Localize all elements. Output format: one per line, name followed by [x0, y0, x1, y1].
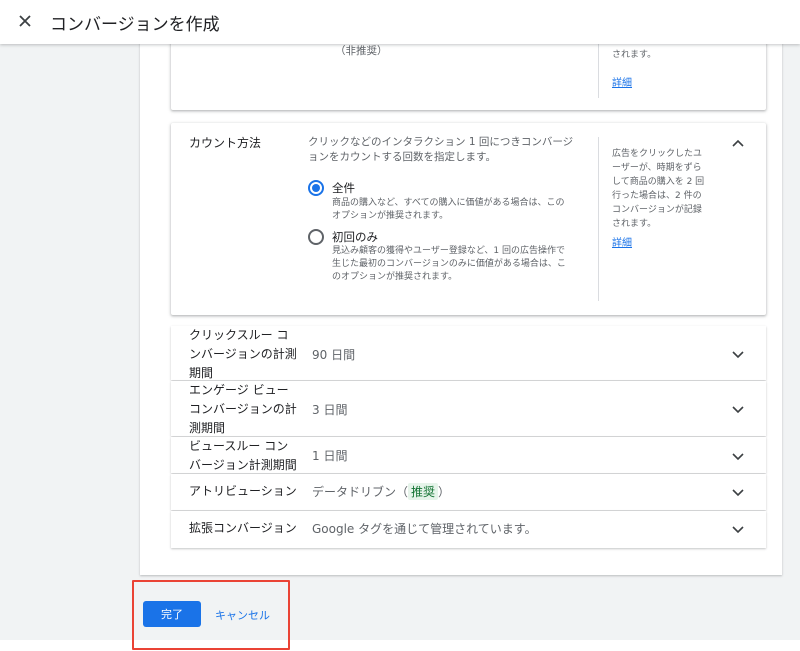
- label-line: エンゲージ ビュー: [189, 383, 289, 397]
- row-label: ビュースルー コン バージョン計測期間: [189, 437, 297, 475]
- side-line: コンバージョンが記録: [612, 205, 702, 215]
- attribution-model: データドリブン（: [312, 485, 409, 499]
- enhanced-conversions-row[interactable]: 拡張コンバージョン Google タグを通じて管理されています。: [171, 511, 766, 548]
- chevron-down-icon[interactable]: [731, 449, 745, 463]
- footer-strip: [0, 640, 800, 651]
- option-all-title: 全件: [332, 181, 355, 195]
- option-first-desc-1: 見込み顧客の獲得やユーザー登録など、1 回の広告操作で: [332, 246, 565, 256]
- side-line: 行った場合は、2 件の: [612, 191, 702, 201]
- row-label: クリックスルー コ ンバージョンの計測 期間: [189, 326, 297, 383]
- side-line: して商品の購入を 2 回: [612, 177, 705, 187]
- side-help-text-2: されます。: [612, 50, 657, 60]
- row-label: アトリビューション: [189, 484, 297, 498]
- details-link[interactable]: 詳細: [612, 234, 632, 249]
- click-through-window-row[interactable]: クリックスルー コ ンバージョンの計測 期間 90 日間: [171, 326, 766, 380]
- row-value: 1 日間: [312, 449, 348, 463]
- row-label: 拡張コンバージョン: [189, 521, 297, 535]
- attribution-suffix: ）: [438, 485, 451, 499]
- option-first-desc-2: 生じた最初のコンバージョンのみに価値がある場合は、こ: [332, 259, 566, 269]
- label-line: 測期間: [189, 421, 226, 435]
- label-line: コンバージョンの計: [189, 402, 297, 416]
- chevron-down-icon[interactable]: [731, 402, 745, 416]
- label-line: バージョン計測期間: [189, 458, 297, 472]
- radio-all[interactable]: [308, 180, 324, 196]
- chevron-down-icon[interactable]: [731, 522, 745, 536]
- top-bar: コンバージョンを作成: [0, 0, 800, 44]
- count-method-card: カウント方法 クリックなどのインタラクション 1 回につきコンバージ ョンをカウ…: [171, 123, 766, 315]
- description-line-2: ョンをカウントする回数を指定します。: [308, 151, 496, 163]
- count-method-description: クリックなどのインタラクション 1 回につきコンバージ ョンをカウントする回数を…: [308, 135, 573, 165]
- recommended-badge: 推奨: [408, 483, 439, 500]
- count-method-label: カウント方法: [189, 136, 262, 150]
- option-all-description: 商品の購入など、すべての購入に価値がある場合は、この オプションが推奨されます。: [332, 197, 565, 223]
- row-value: 3 日間: [312, 403, 348, 417]
- label-line: ンバージョンの計測: [189, 347, 297, 361]
- radio-first-only[interactable]: [308, 229, 324, 245]
- chevron-down-icon[interactable]: [731, 347, 745, 361]
- attribution-row[interactable]: アトリビューション データドリブン（ 推奨）: [171, 474, 766, 510]
- option-first-only-title: 初回のみ: [332, 230, 378, 244]
- description-line-1: クリックなどのインタラクション 1 回につきコンバージ: [308, 136, 574, 148]
- close-button[interactable]: [14, 10, 36, 32]
- row-value: 90 日間: [312, 348, 356, 362]
- page-title: コンバージョンを作成: [50, 15, 220, 35]
- chevron-down-icon[interactable]: [731, 485, 745, 499]
- cancel-button[interactable]: キャンセル: [215, 607, 270, 623]
- option-first-only-description: 見込み顧客の獲得やユーザー登録など、1 回の広告操作で 生じた最初のコンバージョ…: [332, 245, 566, 284]
- option-first-desc-3: のオプションが推奨されます。: [332, 272, 458, 282]
- row-label: エンゲージ ビュー コンバージョンの計 測期間: [189, 381, 297, 438]
- close-icon: [19, 15, 31, 27]
- row-value: データドリブン（ 推奨）: [312, 483, 450, 500]
- option-all-desc-2: オプションが推奨されます。: [332, 211, 449, 221]
- value-note: （非推奨）: [335, 45, 388, 57]
- side-divider: [598, 40, 599, 98]
- chevron-up-icon[interactable]: [731, 137, 745, 151]
- side-divider: [598, 137, 599, 301]
- details-link[interactable]: 詳細: [612, 74, 632, 89]
- label-line: クリックスルー コ: [189, 328, 289, 342]
- side-line: 広告をクリックしたユ: [612, 149, 703, 159]
- label-line: ビュースルー コン: [189, 439, 289, 453]
- side-line: ーザーが、時期をずら: [612, 163, 702, 173]
- view-through-window-row[interactable]: ビュースルー コン バージョン計測期間 1 日間: [171, 437, 766, 473]
- engaged-view-window-row[interactable]: エンゲージ ビュー コンバージョンの計 測期間 3 日間: [171, 381, 766, 436]
- row-value: Google タグを通じて管理されています。: [312, 522, 537, 536]
- done-button[interactable]: 完了: [143, 601, 201, 627]
- option-all-desc-1: 商品の購入など、すべての購入に価値がある場合は、この: [332, 198, 565, 208]
- side-line: されます。: [612, 219, 657, 229]
- value-card: （非推奨） 2,000 円の価値が記録 されます。 詳細: [171, 36, 766, 110]
- count-side-help: 広告をクリックしたユ ーザーが、時期をずら して商品の購入を 2 回 行った場合…: [612, 147, 704, 231]
